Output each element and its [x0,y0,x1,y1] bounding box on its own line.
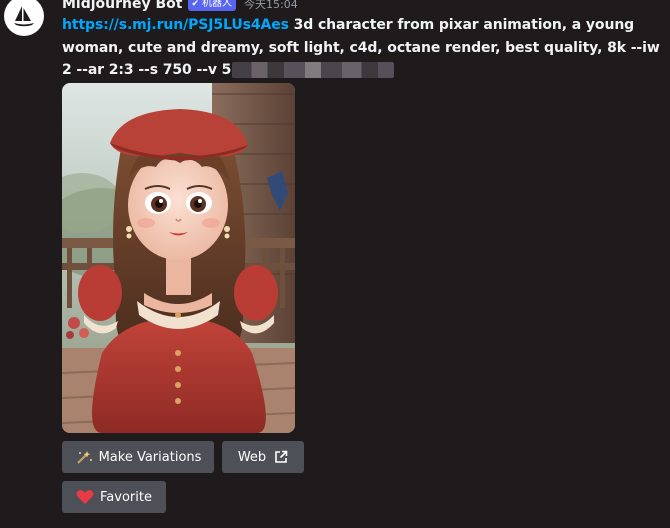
author-name[interactable]: Midjourney Bot [62,0,182,12]
bot-badge-label: 机器人 [202,0,233,9]
make-variations-label: Make Variations [98,449,202,465]
character-illustration [62,83,295,433]
checkmark-icon: ✔ [191,0,200,9]
message-content: https://s.mj.run/PSJ5LUs4Aes 3d characte… [62,14,662,82]
message-header: Midjourney Bot ✔ 机器人 今天15:04 [62,0,298,14]
favorite-label: Favorite [100,489,152,505]
web-button[interactable]: Web [222,441,304,473]
chat-message: Midjourney Bot ✔ 机器人 今天15:04 https://s.m… [0,0,670,528]
bot-avatar[interactable] [4,0,44,36]
sailboat-icon [14,6,34,27]
redacted-region [232,62,395,78]
favorite-button[interactable]: Favorite [62,481,166,513]
message-timestamp[interactable]: 今天15:04 [244,0,298,12]
magic-wand-icon [75,449,93,465]
prompt-link[interactable]: https://s.mj.run/PSJ5LUs4Aes [62,17,289,33]
web-label: Web [237,449,267,465]
bot-badge: ✔ 机器人 [188,0,237,11]
make-variations-button[interactable]: Make Variations [62,441,214,473]
generated-image[interactable] [62,83,295,433]
external-link-icon [274,450,288,464]
heart-icon [76,489,94,505]
